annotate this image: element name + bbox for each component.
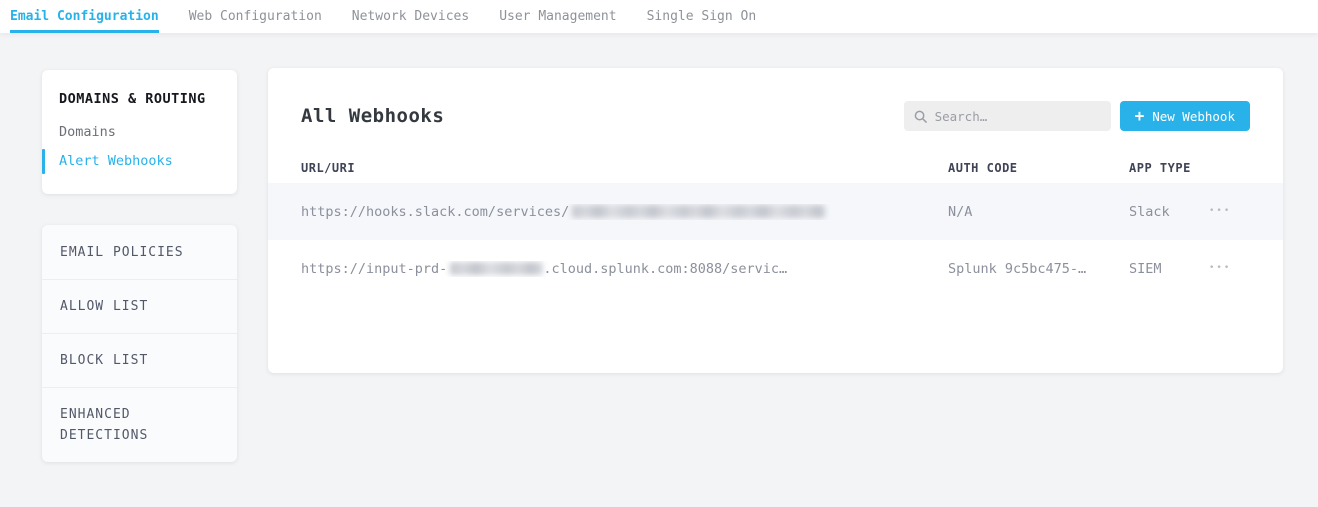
search-box	[904, 101, 1111, 131]
url-suffix: .cloud.splunk.com:8088/servic…	[543, 261, 787, 277]
top-nav: Email Configuration Web Configuration Ne…	[0, 0, 1318, 33]
table-header: URL/URI AUTH CODE APP TYPE	[268, 153, 1283, 183]
tab-single-sign-on[interactable]: Single Sign On	[647, 0, 757, 33]
redacted-url-segment	[450, 262, 543, 275]
auth-code-cell: N/A	[948, 204, 1129, 220]
search-input[interactable]	[935, 109, 1101, 124]
table-row: https://input-prd- .cloud.splunk.com:8088…	[268, 240, 1283, 297]
page-title: All Webhooks	[301, 105, 444, 127]
sidebar-item-email-policies[interactable]: EMAIL POLICIES	[42, 225, 237, 279]
new-webhook-button[interactable]: + New Webhook	[1120, 101, 1250, 131]
tab-network-devices[interactable]: Network Devices	[352, 0, 469, 33]
app-type-cell: Slack	[1129, 204, 1207, 220]
row-actions-button[interactable]: •••	[1207, 260, 1233, 277]
sidebar-sections-card: EMAIL POLICIES ALLOW LIST BLOCK LIST ENH…	[42, 225, 237, 462]
webhook-url-cell: https://hooks.slack.com/services/	[301, 204, 948, 220]
tab-email-configuration[interactable]: Email Configuration	[10, 0, 159, 33]
panel-header: All Webhooks + New Webhook	[268, 68, 1283, 153]
sidebar-item-domains[interactable]: Domains	[59, 124, 220, 140]
domains-routing-heading: DOMAINS & ROUTING	[59, 91, 220, 107]
new-webhook-label: New Webhook	[1152, 109, 1235, 124]
header-actions: + New Webhook	[904, 101, 1250, 131]
row-actions-button[interactable]: •••	[1207, 203, 1233, 220]
active-indicator-bar	[42, 149, 45, 174]
search-icon	[914, 110, 927, 123]
app-type-cell: SIEM	[1129, 261, 1207, 277]
domains-routing-card: DOMAINS & ROUTING Domains Alert Webhooks	[42, 70, 237, 194]
webhooks-panel: All Webhooks + New Webhook URL/URI AUTH …	[268, 68, 1283, 373]
sidebar-item-alert-webhooks[interactable]: Alert Webhooks	[59, 153, 220, 169]
url-text: https://input-prd-	[301, 261, 447, 277]
plus-icon: +	[1135, 108, 1145, 124]
redacted-url-segment	[572, 205, 825, 218]
auth-code-cell: Splunk 9c5bc475-…	[948, 261, 1129, 277]
sidebar-item-block-list[interactable]: BLOCK LIST	[42, 333, 237, 387]
column-header-app: APP TYPE	[1129, 161, 1207, 175]
sidebar-item-enhanced-detections[interactable]: ENHANCED DETECTIONS	[42, 387, 237, 462]
sidebar-item-allow-list[interactable]: ALLOW LIST	[42, 279, 237, 333]
table-row: https://hooks.slack.com/services/ N/A Sl…	[268, 183, 1283, 240]
sidebar-item-label: Alert Webhooks	[59, 153, 173, 169]
column-header-url: URL/URI	[301, 161, 948, 175]
url-text: https://hooks.slack.com/services/	[301, 204, 569, 220]
tab-user-management[interactable]: User Management	[499, 0, 616, 33]
column-header-auth: AUTH CODE	[948, 161, 1129, 175]
tab-web-configuration[interactable]: Web Configuration	[189, 0, 322, 33]
webhook-url-cell: https://input-prd- .cloud.splunk.com:8088…	[301, 261, 948, 277]
